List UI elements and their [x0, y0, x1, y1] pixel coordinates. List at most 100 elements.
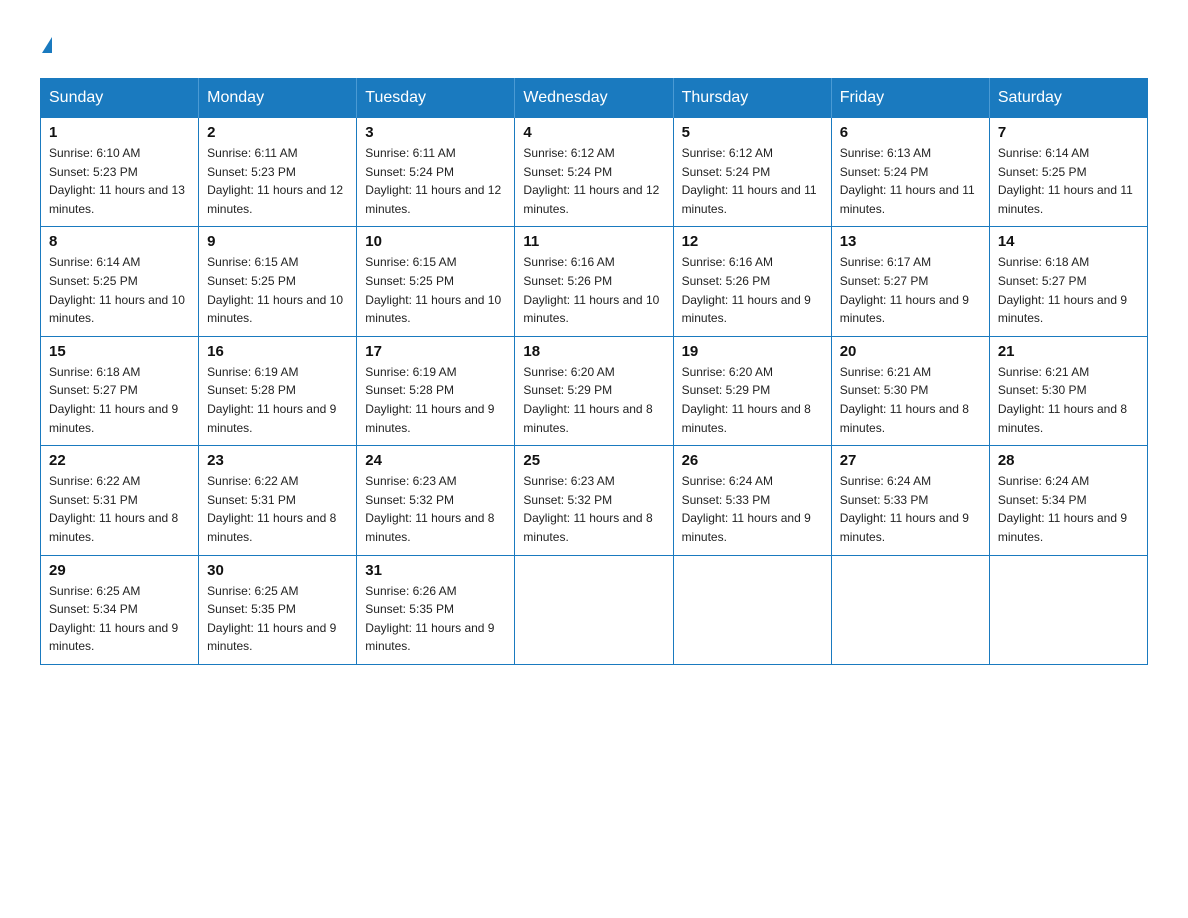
calendar-cell: 15 Sunrise: 6:18 AMSunset: 5:27 PMDayligh… — [41, 336, 199, 445]
day-number: 30 — [207, 562, 348, 579]
calendar-cell: 17 Sunrise: 6:19 AMSunset: 5:28 PMDayligh… — [357, 336, 515, 445]
day-info: Sunrise: 6:24 AMSunset: 5:33 PMDaylight:… — [840, 472, 981, 546]
calendar-cell: 28Sunrise: 6:24 AMSunset: 5:34 PMDayligh… — [989, 446, 1147, 555]
calendar-cell: 13 Sunrise: 6:17 AMSunset: 5:27 PMDayligh… — [831, 227, 989, 336]
calendar-cell: 30 Sunrise: 6:25 AMSunset: 5:35 PMDayligh… — [199, 555, 357, 664]
day-info: Sunrise: 6:10 AMSunset: 5:23 PMDaylight:… — [49, 144, 190, 218]
weekday-header-monday: Monday — [199, 79, 357, 118]
day-info: Sunrise: 6:19 AMSunset: 5:28 PMDaylight:… — [365, 363, 506, 437]
day-number: 15 — [49, 343, 190, 360]
calendar-cell: 4 Sunrise: 6:12 AMSunset: 5:24 PMDaylight… — [515, 118, 673, 227]
calendar-cell — [989, 555, 1147, 664]
calendar-cell — [831, 555, 989, 664]
calendar-cell: 14 Sunrise: 6:18 AMSunset: 5:27 PMDayligh… — [989, 227, 1147, 336]
day-number: 2 — [207, 124, 348, 141]
day-info: Sunrise: 6:16 AMSunset: 5:26 PMDaylight:… — [523, 253, 664, 327]
calendar-cell: 18 Sunrise: 6:20 AMSunset: 5:29 PMDayligh… — [515, 336, 673, 445]
calendar-cell — [515, 555, 673, 664]
calendar-cell: 27 Sunrise: 6:24 AMSunset: 5:33 PMDayligh… — [831, 446, 989, 555]
day-number: 27 — [840, 452, 981, 469]
day-number: 29 — [49, 562, 190, 579]
day-number: 8 — [49, 233, 190, 250]
day-number: 10 — [365, 233, 506, 250]
calendar-week-row: 15 Sunrise: 6:18 AMSunset: 5:27 PMDayligh… — [41, 336, 1148, 445]
day-info: Sunrise: 6:19 AMSunset: 5:28 PMDaylight:… — [207, 363, 348, 437]
calendar-cell: 31 Sunrise: 6:26 AMSunset: 5:35 PMDayligh… — [357, 555, 515, 664]
calendar-week-row: 8 Sunrise: 6:14 AMSunset: 5:25 PMDaylight… — [41, 227, 1148, 336]
weekday-header-sunday: Sunday — [41, 79, 199, 118]
calendar-cell: 10 Sunrise: 6:15 AMSunset: 5:25 PMDayligh… — [357, 227, 515, 336]
calendar-cell: 3 Sunrise: 6:11 AMSunset: 5:24 PMDaylight… — [357, 118, 515, 227]
day-number: 25 — [523, 452, 664, 469]
calendar-table: SundayMondayTuesdayWednesdayThursdayFrid… — [40, 78, 1148, 665]
day-number: 3 — [365, 124, 506, 141]
day-number: 16 — [207, 343, 348, 360]
calendar-cell: 9 Sunrise: 6:15 AMSunset: 5:25 PMDaylight… — [199, 227, 357, 336]
day-info: Sunrise: 6:18 AMSunset: 5:27 PMDaylight:… — [49, 363, 190, 437]
calendar-cell: 8 Sunrise: 6:14 AMSunset: 5:25 PMDaylight… — [41, 227, 199, 336]
day-number: 31 — [365, 562, 506, 579]
day-info: Sunrise: 6:21 AMSunset: 5:30 PMDaylight:… — [840, 363, 981, 437]
day-info: Sunrise: 6:20 AMSunset: 5:29 PMDaylight:… — [682, 363, 823, 437]
day-info: Sunrise: 6:14 AMSunset: 5:25 PMDaylight:… — [49, 253, 190, 327]
calendar-cell: 24Sunrise: 6:23 AMSunset: 5:32 PMDayligh… — [357, 446, 515, 555]
weekday-header-friday: Friday — [831, 79, 989, 118]
calendar-cell: 25 Sunrise: 6:23 AMSunset: 5:32 PMDayligh… — [515, 446, 673, 555]
day-info: Sunrise: 6:11 AMSunset: 5:24 PMDaylight:… — [365, 144, 506, 218]
day-number: 4 — [523, 124, 664, 141]
calendar-cell: 6 Sunrise: 6:13 AMSunset: 5:24 PMDaylight… — [831, 118, 989, 227]
calendar-cell — [673, 555, 831, 664]
calendar-cell: 20Sunrise: 6:21 AMSunset: 5:30 PMDayligh… — [831, 336, 989, 445]
day-number: 22 — [49, 452, 190, 469]
calendar-cell: 19 Sunrise: 6:20 AMSunset: 5:29 PMDayligh… — [673, 336, 831, 445]
day-info: Sunrise: 6:25 AMSunset: 5:35 PMDaylight:… — [207, 582, 348, 656]
day-number: 21 — [998, 343, 1139, 360]
logo — [40, 30, 52, 58]
weekday-header-thursday: Thursday — [673, 79, 831, 118]
day-info: Sunrise: 6:21 AMSunset: 5:30 PMDaylight:… — [998, 363, 1139, 437]
calendar-cell: 16 Sunrise: 6:19 AMSunset: 5:28 PMDayligh… — [199, 336, 357, 445]
calendar-cell: 2Sunrise: 6:11 AMSunset: 5:23 PMDaylight… — [199, 118, 357, 227]
day-info: Sunrise: 6:12 AMSunset: 5:24 PMDaylight:… — [682, 144, 823, 218]
calendar-cell: 26Sunrise: 6:24 AMSunset: 5:33 PMDayligh… — [673, 446, 831, 555]
day-number: 13 — [840, 233, 981, 250]
calendar-week-row: 29 Sunrise: 6:25 AMSunset: 5:34 PMDayligh… — [41, 555, 1148, 664]
day-info: Sunrise: 6:18 AMSunset: 5:27 PMDaylight:… — [998, 253, 1139, 327]
day-info: Sunrise: 6:16 AMSunset: 5:26 PMDaylight:… — [682, 253, 823, 327]
day-info: Sunrise: 6:23 AMSunset: 5:32 PMDaylight:… — [523, 472, 664, 546]
day-info: Sunrise: 6:20 AMSunset: 5:29 PMDaylight:… — [523, 363, 664, 437]
day-number: 23 — [207, 452, 348, 469]
calendar-cell: 21 Sunrise: 6:21 AMSunset: 5:30 PMDayligh… — [989, 336, 1147, 445]
day-number: 6 — [840, 124, 981, 141]
calendar-week-row: 22 Sunrise: 6:22 AMSunset: 5:31 PMDayligh… — [41, 446, 1148, 555]
day-info: Sunrise: 6:15 AMSunset: 5:25 PMDaylight:… — [365, 253, 506, 327]
weekday-header-row: SundayMondayTuesdayWednesdayThursdayFrid… — [41, 79, 1148, 118]
calendar-cell: 23 Sunrise: 6:22 AMSunset: 5:31 PMDayligh… — [199, 446, 357, 555]
day-info: Sunrise: 6:17 AMSunset: 5:27 PMDaylight:… — [840, 253, 981, 327]
day-number: 9 — [207, 233, 348, 250]
day-info: Sunrise: 6:26 AMSunset: 5:35 PMDaylight:… — [365, 582, 506, 656]
day-number: 19 — [682, 343, 823, 360]
calendar-cell: 1Sunrise: 6:10 AMSunset: 5:23 PMDaylight… — [41, 118, 199, 227]
day-info: Sunrise: 6:25 AMSunset: 5:34 PMDaylight:… — [49, 582, 190, 656]
day-info: Sunrise: 6:22 AMSunset: 5:31 PMDaylight:… — [207, 472, 348, 546]
calendar-cell: 22 Sunrise: 6:22 AMSunset: 5:31 PMDayligh… — [41, 446, 199, 555]
day-info: Sunrise: 6:22 AMSunset: 5:31 PMDaylight:… — [49, 472, 190, 546]
day-number: 5 — [682, 124, 823, 141]
day-number: 7 — [998, 124, 1139, 141]
weekday-header-wednesday: Wednesday — [515, 79, 673, 118]
page-header — [40, 30, 1148, 58]
calendar-cell: 5 Sunrise: 6:12 AMSunset: 5:24 PMDaylight… — [673, 118, 831, 227]
calendar-cell: 12Sunrise: 6:16 AMSunset: 5:26 PMDayligh… — [673, 227, 831, 336]
logo-general-line — [40, 30, 52, 58]
calendar-week-row: 1Sunrise: 6:10 AMSunset: 5:23 PMDaylight… — [41, 118, 1148, 227]
day-number: 18 — [523, 343, 664, 360]
calendar-cell: 29 Sunrise: 6:25 AMSunset: 5:34 PMDayligh… — [41, 555, 199, 664]
day-info: Sunrise: 6:13 AMSunset: 5:24 PMDaylight:… — [840, 144, 981, 218]
calendar-cell: 11Sunrise: 6:16 AMSunset: 5:26 PMDayligh… — [515, 227, 673, 336]
day-number: 14 — [998, 233, 1139, 250]
day-info: Sunrise: 6:12 AMSunset: 5:24 PMDaylight:… — [523, 144, 664, 218]
day-number: 17 — [365, 343, 506, 360]
day-info: Sunrise: 6:14 AMSunset: 5:25 PMDaylight:… — [998, 144, 1139, 218]
day-info: Sunrise: 6:15 AMSunset: 5:25 PMDaylight:… — [207, 253, 348, 327]
